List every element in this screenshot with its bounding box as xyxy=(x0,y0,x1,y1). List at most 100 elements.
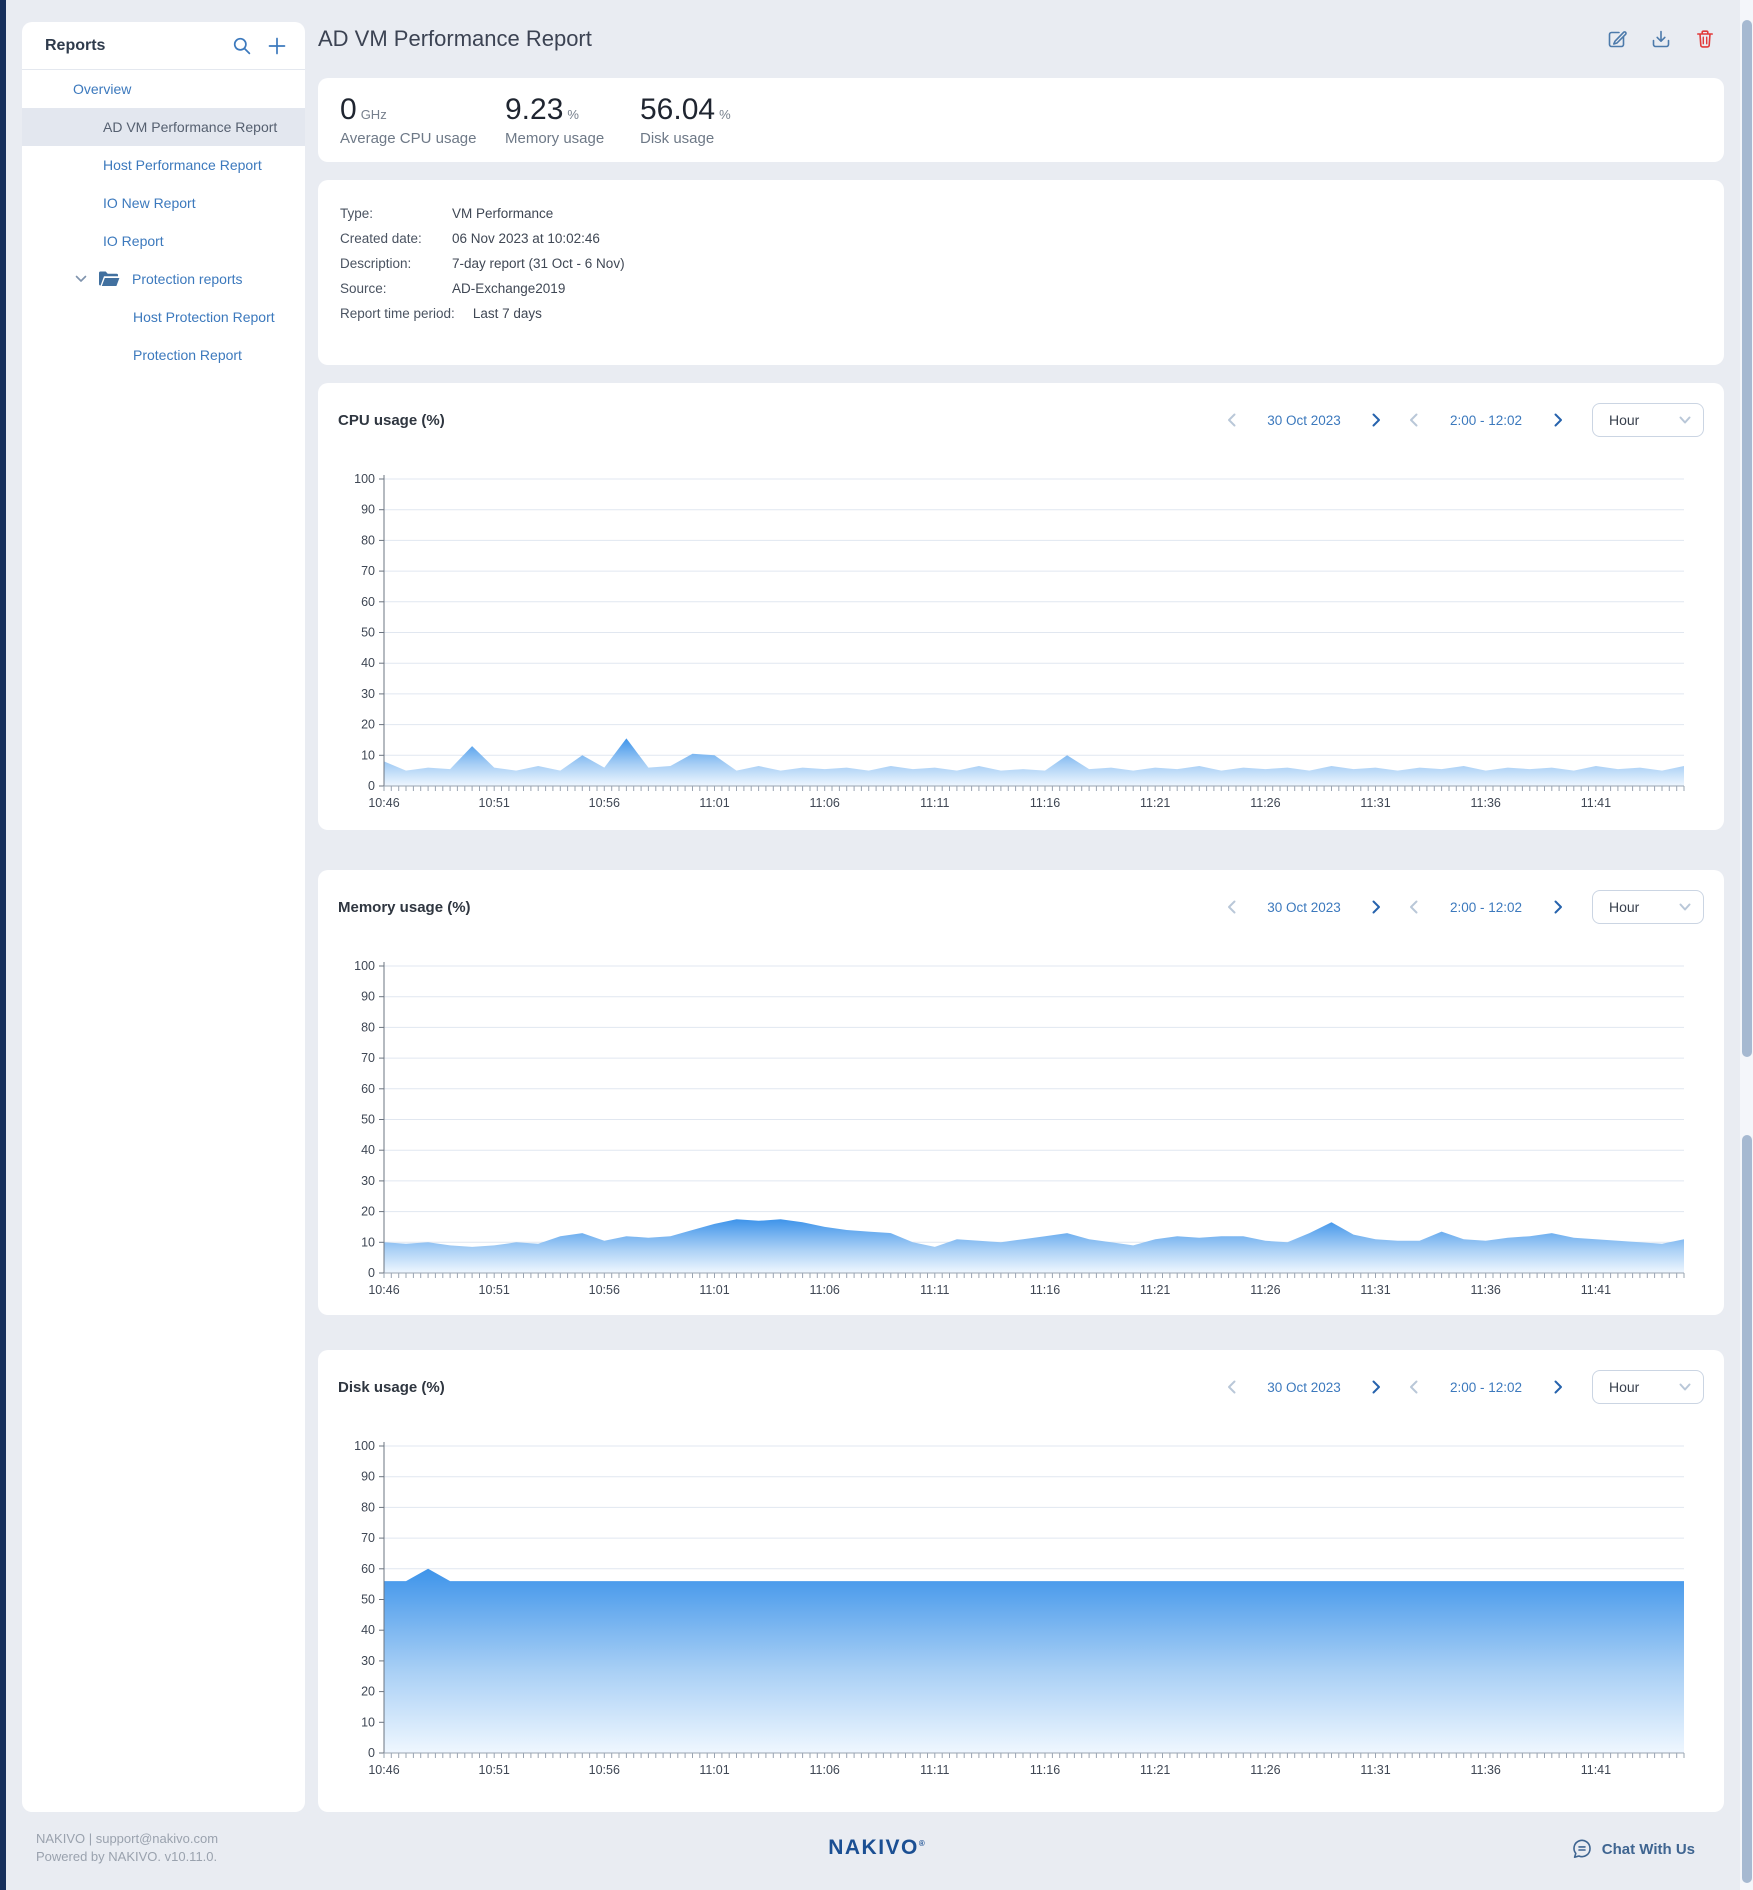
vertical-scrollbar[interactable] xyxy=(1740,0,1753,1890)
next-date-button[interactable] xyxy=(1364,408,1388,432)
svg-text:100: 100 xyxy=(354,472,375,486)
detail-row-report-time-period: Report time period: Last 7 days xyxy=(340,301,1702,326)
svg-text:11:11: 11:11 xyxy=(920,1763,949,1777)
previous-time-range-button[interactable] xyxy=(1402,408,1426,432)
svg-text:11:31: 11:31 xyxy=(1360,1283,1390,1297)
svg-text:11:01: 11:01 xyxy=(699,1283,729,1297)
svg-text:11:21: 11:21 xyxy=(1140,1283,1170,1297)
sidebar-item-label: Host Protection Report xyxy=(133,309,275,325)
svg-text:60: 60 xyxy=(361,1562,375,1576)
summary-stats-card: 0 GHz Average CPU usage 9.23 % Memory us… xyxy=(318,78,1724,162)
delete-report-icon[interactable] xyxy=(1694,28,1716,50)
detail-row-type: Type: VM Performance xyxy=(340,201,1702,226)
sidebar-item-io-new-report[interactable]: IO New Report xyxy=(22,184,305,222)
svg-text:11:06: 11:06 xyxy=(810,796,840,810)
reports-sidebar: Reports Overview AD VM Performance Repor… xyxy=(22,22,305,1812)
svg-text:10: 10 xyxy=(361,1235,375,1249)
svg-text:11:31: 11:31 xyxy=(1360,796,1390,810)
svg-text:0: 0 xyxy=(368,1266,375,1280)
interval-dropdown[interactable]: Hour xyxy=(1592,403,1704,437)
previous-date-button[interactable] xyxy=(1220,895,1244,919)
svg-text:20: 20 xyxy=(361,1205,375,1219)
next-time-range-button[interactable] xyxy=(1546,1375,1570,1399)
svg-text:40: 40 xyxy=(361,1623,375,1637)
sidebar-item-io-report[interactable]: IO Report xyxy=(22,222,305,260)
sidebar-item-label: Host Performance Report xyxy=(103,157,262,173)
next-time-range-button[interactable] xyxy=(1546,895,1570,919)
chat-with-us-button[interactable]: Chat With Us xyxy=(1571,1838,1695,1860)
sidebar-item-host-performance-report[interactable]: Host Performance Report xyxy=(22,146,305,184)
detail-label: Source: xyxy=(340,276,452,301)
svg-text:70: 70 xyxy=(361,1051,375,1065)
svg-text:11:06: 11:06 xyxy=(810,1283,840,1297)
sidebar-item-host-protection-report[interactable]: Host Protection Report xyxy=(22,298,305,336)
chart-time-range: 2:00 - 12:02 xyxy=(1436,900,1536,915)
detail-row-source: Source: AD-Exchange2019 xyxy=(340,276,1702,301)
svg-text:11:16: 11:16 xyxy=(1030,1763,1060,1777)
svg-text:20: 20 xyxy=(361,718,375,732)
svg-text:100: 100 xyxy=(354,1439,375,1453)
report-details-card: Type: VM Performance Created date: 06 No… xyxy=(318,180,1724,365)
disk-usage-plot: 010203040506070809010010:4610:5110:5611:… xyxy=(338,1436,1704,1784)
detail-value: Last 7 days xyxy=(473,301,542,326)
download-report-icon[interactable] xyxy=(1650,28,1672,50)
next-date-button[interactable] xyxy=(1364,1375,1388,1399)
svg-text:10:51: 10:51 xyxy=(479,796,510,810)
detail-label: Created date: xyxy=(340,226,452,251)
add-report-icon[interactable] xyxy=(267,36,287,56)
previous-date-button[interactable] xyxy=(1220,408,1244,432)
svg-text:50: 50 xyxy=(361,1593,375,1607)
chart-date: 30 Oct 2023 xyxy=(1254,413,1354,428)
svg-text:11:11: 11:11 xyxy=(920,1283,949,1297)
svg-text:11:36: 11:36 xyxy=(1471,1283,1501,1297)
svg-text:11:36: 11:36 xyxy=(1471,1763,1501,1777)
svg-text:70: 70 xyxy=(361,1531,375,1545)
chevron-down-icon[interactable] xyxy=(74,272,88,286)
svg-text:90: 90 xyxy=(361,503,375,517)
scrollbar-thumb[interactable] xyxy=(1742,20,1752,1057)
report-title-row: AD VM Performance Report xyxy=(318,0,1724,78)
chart-title: CPU usage (%) xyxy=(338,412,445,429)
previous-date-button[interactable] xyxy=(1220,1375,1244,1399)
detail-label: Type: xyxy=(340,201,452,226)
sidebar-item-ad-vm-performance-report[interactable]: AD VM Performance Report xyxy=(22,108,305,146)
chart-time-range: 2:00 - 12:02 xyxy=(1436,1380,1536,1395)
svg-text:10:56: 10:56 xyxy=(589,796,620,810)
edit-report-icon[interactable] xyxy=(1606,28,1628,50)
sidebar-item-protection-reports-folder[interactable]: Protection reports xyxy=(22,260,305,298)
interval-dropdown-value: Hour xyxy=(1609,1379,1639,1395)
cpu-usage-plot: 010203040506070809010010:4610:5110:5611:… xyxy=(338,469,1704,817)
svg-text:80: 80 xyxy=(361,1020,375,1034)
chevron-down-icon xyxy=(1677,1379,1693,1395)
svg-text:80: 80 xyxy=(361,1500,375,1514)
chat-with-us-label: Chat With Us xyxy=(1602,1841,1695,1858)
svg-text:70: 70 xyxy=(361,564,375,578)
detail-value: 06 Nov 2023 at 10:02:46 xyxy=(452,226,600,251)
app-left-edge xyxy=(0,0,6,1890)
stat-unit: % xyxy=(719,107,731,122)
next-time-range-button[interactable] xyxy=(1546,408,1570,432)
detail-row-description: Description: 7-day report (31 Oct - 6 No… xyxy=(340,251,1702,276)
search-icon[interactable] xyxy=(232,36,252,56)
svg-text:11:01: 11:01 xyxy=(699,1763,729,1777)
open-folder-icon xyxy=(98,270,120,288)
sidebar-item-protection-report[interactable]: Protection Report xyxy=(22,336,305,374)
scrollbar-thumb[interactable] xyxy=(1742,1135,1752,1883)
stat-unit: % xyxy=(567,107,579,122)
chevron-down-icon xyxy=(1677,412,1693,428)
interval-dropdown[interactable]: Hour xyxy=(1592,1370,1704,1404)
interval-dropdown[interactable]: Hour xyxy=(1592,890,1704,924)
svg-text:90: 90 xyxy=(361,990,375,1004)
svg-text:30: 30 xyxy=(361,1654,375,1668)
nakivo-logo: NAKIVO® xyxy=(0,1836,1753,1860)
previous-time-range-button[interactable] xyxy=(1402,1375,1426,1399)
next-date-button[interactable] xyxy=(1364,895,1388,919)
sidebar-item-overview[interactable]: Overview xyxy=(22,70,305,108)
stat-value: 56.04 xyxy=(640,93,715,127)
svg-text:40: 40 xyxy=(361,656,375,670)
svg-text:10:56: 10:56 xyxy=(589,1283,620,1297)
previous-time-range-button[interactable] xyxy=(1402,895,1426,919)
svg-text:60: 60 xyxy=(361,1082,375,1096)
svg-text:0: 0 xyxy=(368,1746,375,1760)
memory-usage-chart-card: Memory usage (%) 30 Oct 2023 2:00 - 12:0… xyxy=(318,870,1724,1315)
